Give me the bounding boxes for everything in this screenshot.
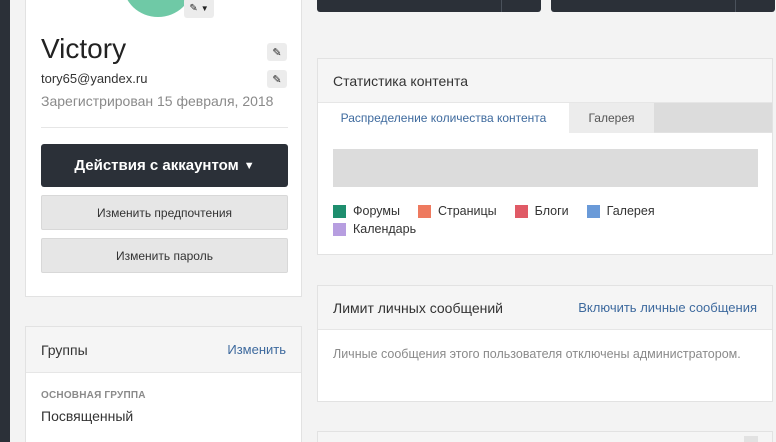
top-button-right[interactable]: [551, 0, 775, 12]
legend-swatch: [333, 204, 346, 218]
avatar-edit-button[interactable]: ✎ ▼: [184, 0, 214, 18]
groups-edit-link[interactable]: Изменить: [227, 342, 286, 357]
legend-swatch: [514, 204, 528, 218]
pencil-icon: ✎: [189, 2, 198, 14]
legend-item[interactable]: Галерея: [586, 204, 655, 218]
tab-gallery[interactable]: Галерея: [569, 103, 654, 133]
profile-name: Victory: [41, 33, 127, 64]
top-button-left[interactable]: [317, 0, 541, 12]
primary-group-value: Посвященный: [41, 408, 134, 424]
change-password-button[interactable]: Изменить пароль: [41, 238, 288, 273]
legend-item[interactable]: Календарь: [333, 222, 416, 236]
primary-group-label: ОСНОВНАЯ ГРУППА: [41, 390, 146, 401]
legend-item[interactable]: Блоги: [514, 204, 569, 218]
registration-date: Зарегистрирован 15 февраля, 2018: [41, 93, 274, 109]
messages-limit-card: Лимит личных сообщений Включить личные с…: [317, 285, 773, 402]
legend-label: Страницы: [437, 204, 497, 218]
profile-email: tory65@yandex.ru: [41, 71, 148, 86]
avatar[interactable]: [123, 0, 193, 17]
account-actions-button[interactable]: Действия с аккаунтом ▼: [41, 144, 288, 187]
legend-label: Блоги: [534, 204, 569, 218]
content-stats-tabs: Распределение количества контента Галере…: [318, 103, 772, 133]
legend-item[interactable]: Форумы: [333, 204, 400, 218]
content-distribution-bar: [333, 149, 758, 187]
messages-limit-header: Лимит личных сообщений Включить личные с…: [318, 286, 772, 330]
caret-down-icon: ▼: [243, 159, 255, 172]
groups-title: Группы: [41, 341, 88, 358]
pencil-icon: ✎: [272, 73, 282, 86]
content-stats-title: Статистика контента: [318, 59, 772, 103]
messages-limit-title: Лимит личных сообщений: [333, 299, 503, 316]
enable-messages-link[interactable]: Включить личные сообщения: [578, 300, 757, 315]
groups-card: Группы Изменить ОСНОВНАЯ ГРУППА Посвящен…: [25, 326, 302, 442]
content-stats-card: Статистика контента Распределение количе…: [317, 58, 773, 255]
chevron-down-icon: ▼: [200, 3, 209, 13]
legend-swatch: [417, 204, 431, 218]
legend-label: Галерея: [606, 204, 655, 218]
legend-swatch: [586, 204, 600, 218]
legend-label: Форумы: [353, 204, 400, 218]
tab-content-distribution[interactable]: Распределение количества контента: [318, 103, 569, 133]
legend-label: Календарь: [353, 222, 417, 236]
edit-name-button[interactable]: ✎: [267, 43, 287, 61]
change-preferences-button[interactable]: Изменить предпочтения: [41, 195, 288, 230]
next-card-header: [317, 431, 773, 442]
legend-swatch: [333, 222, 346, 236]
account-actions-label: Действия с аккаунтом: [74, 157, 239, 174]
left-sidebar-edge: [0, 0, 10, 442]
chart-legend: Форумы Страницы Блоги Галерея Календарь: [333, 204, 758, 236]
messages-disabled-text: Личные сообщения этого пользователя откл…: [333, 347, 741, 361]
profile-card: ✎ ▼ Victory ✎ tory65@yandex.ru ✎ Зарегист…: [25, 0, 302, 297]
legend-item[interactable]: Страницы: [417, 204, 497, 218]
edit-email-button[interactable]: ✎: [267, 70, 287, 88]
pencil-icon: ✎: [272, 46, 282, 59]
divider: [41, 127, 288, 128]
groups-header: Группы Изменить: [26, 327, 301, 373]
